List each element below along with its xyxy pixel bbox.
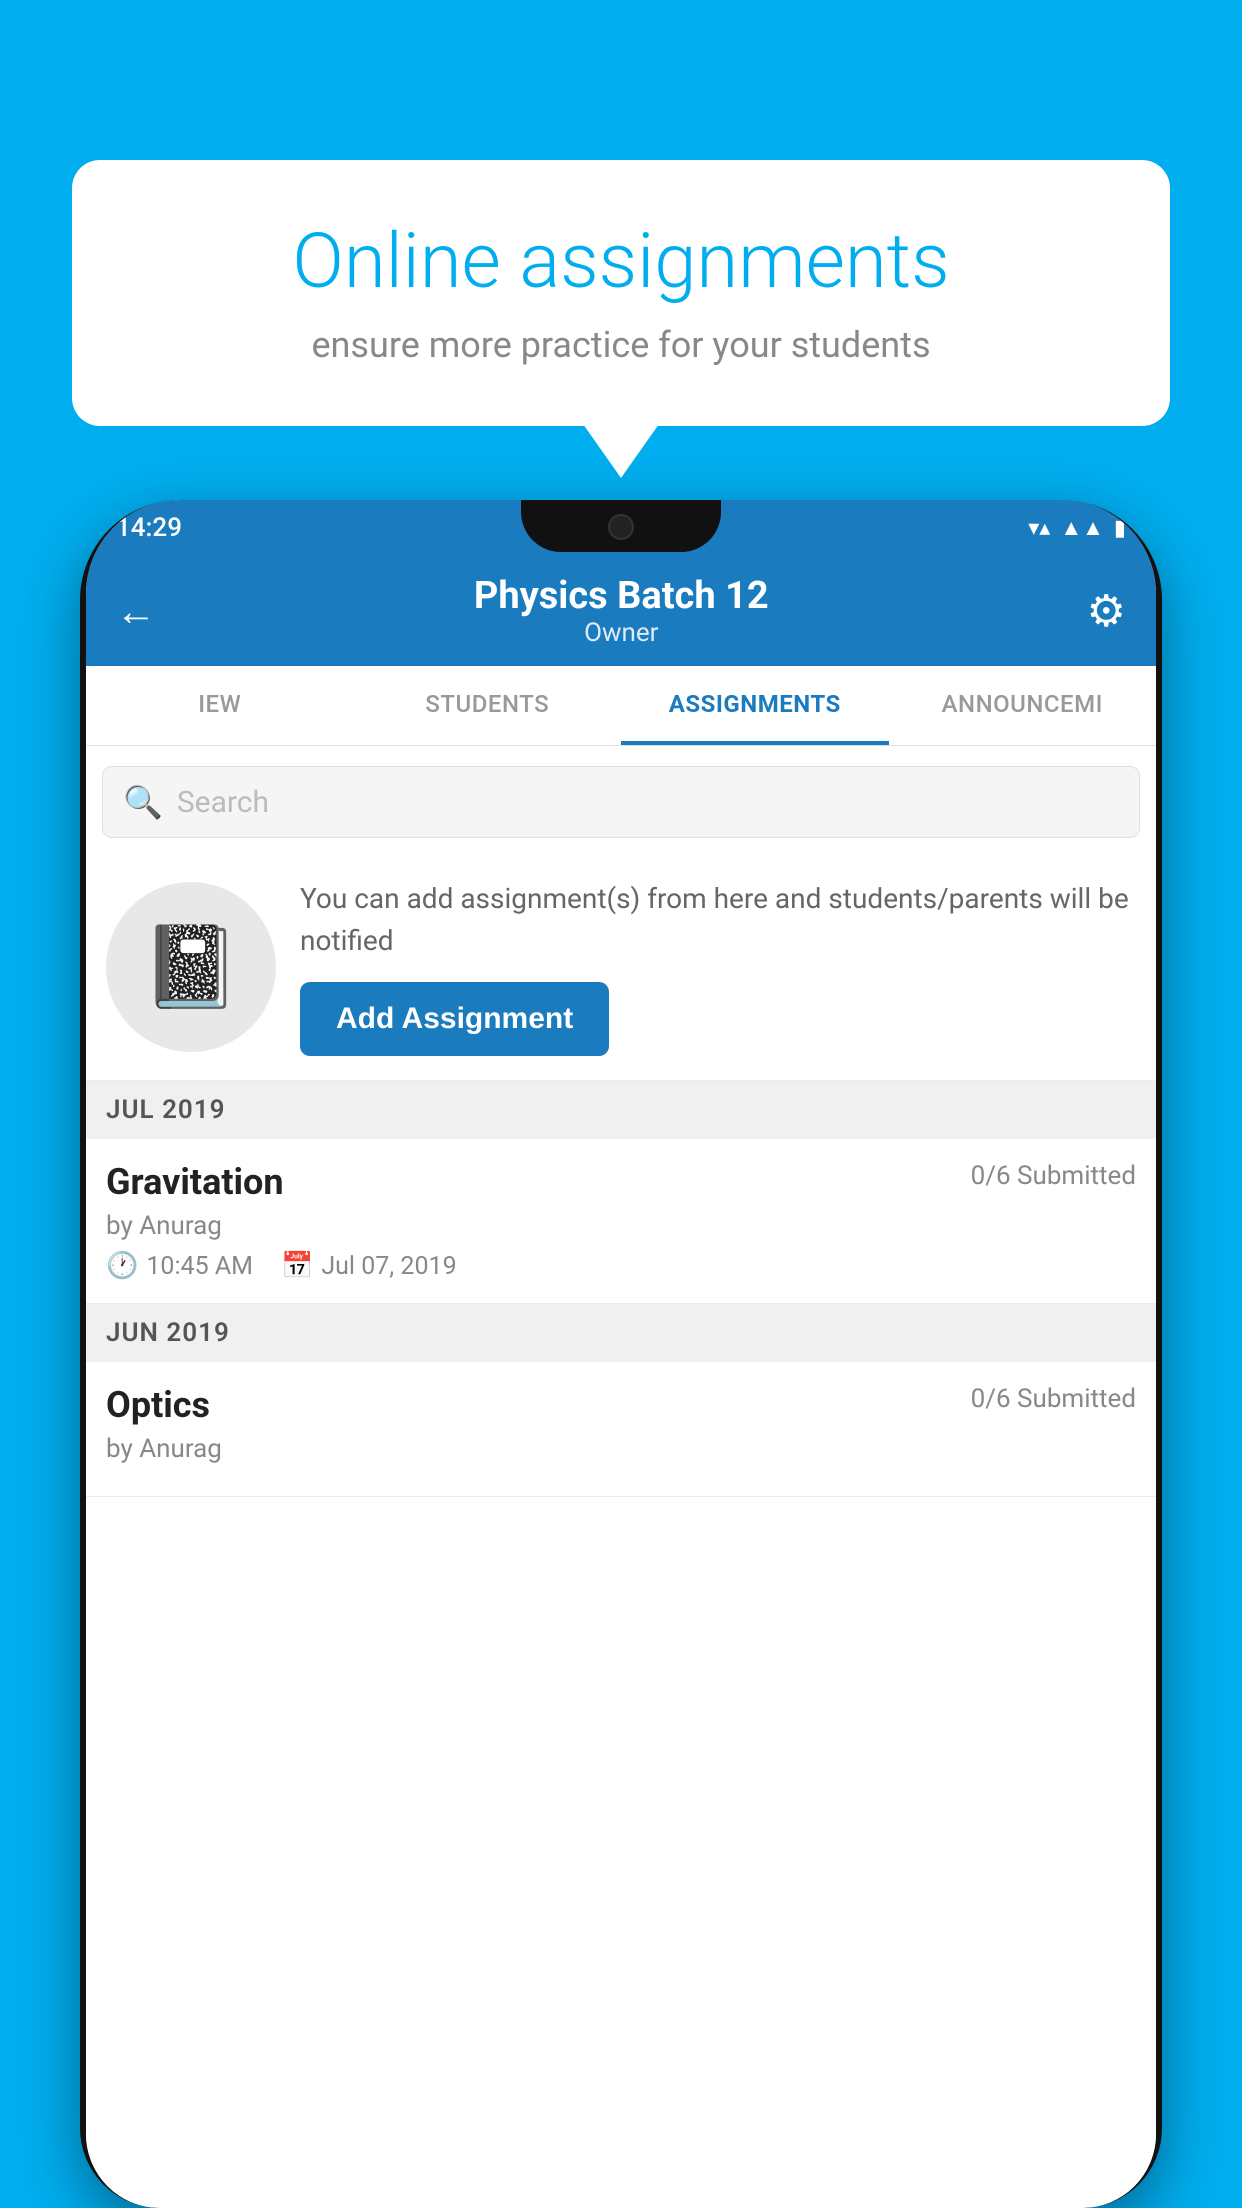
- assignment-name: Gravitation: [106, 1161, 284, 1203]
- assignment-submitted: 0/6 Submitted: [971, 1161, 1136, 1191]
- tab-assignments[interactable]: ASSIGNMENTS: [621, 666, 889, 745]
- add-assignment-area: 📓 You can add assignment(s) from here an…: [86, 854, 1156, 1081]
- phone-frame: 14:29 ▾▴ ▲▲ ▮ ← Physics Batch 12 Owner ⚙: [80, 500, 1162, 2208]
- notebook-icon: 📓: [141, 920, 241, 1014]
- header-center: Physics Batch 12 Owner: [474, 574, 769, 648]
- tooltip-card: Online assignments ensure more practice …: [72, 160, 1170, 426]
- meta-time: 🕐 10:45 AM: [106, 1251, 253, 1281]
- tab-iew[interactable]: IEW: [86, 666, 354, 745]
- add-assignment-right: You can add assignment(s) from here and …: [300, 878, 1136, 1056]
- assignment-name-optics: Optics: [106, 1384, 210, 1426]
- tabs-bar: IEW STUDENTS ASSIGNMENTS ANNOUNCEMI: [86, 666, 1156, 746]
- add-assignment-button[interactable]: Add Assignment: [300, 982, 609, 1056]
- assignment-date: Jul 07, 2019: [321, 1252, 456, 1281]
- tab-students[interactable]: STUDENTS: [354, 666, 622, 745]
- settings-icon[interactable]: ⚙: [1087, 585, 1126, 637]
- status-icons: ▾▴ ▲▲ ▮: [1028, 515, 1126, 541]
- front-camera: [608, 514, 634, 540]
- header-title: Physics Batch 12: [474, 574, 769, 618]
- back-button[interactable]: ←: [116, 588, 156, 635]
- assignment-item-top-optics: Optics 0/6 Submitted: [106, 1384, 1136, 1426]
- assignment-item-optics[interactable]: Optics 0/6 Submitted by Anurag: [86, 1362, 1156, 1497]
- status-time: 14:29: [116, 513, 182, 543]
- assignment-submitted-optics: 0/6 Submitted: [971, 1384, 1136, 1414]
- wifi-icon: ▾▴: [1028, 516, 1050, 541]
- phone-screen: 14:29 ▾▴ ▲▲ ▮ ← Physics Batch 12 Owner ⚙: [86, 500, 1156, 2208]
- add-assignment-desc: You can add assignment(s) from here and …: [300, 878, 1136, 962]
- assignment-author: by Anurag: [106, 1211, 1136, 1241]
- section-header-jul: JUL 2019: [86, 1081, 1156, 1139]
- phone-notch: [521, 500, 721, 552]
- assignment-author-optics: by Anurag: [106, 1434, 1136, 1464]
- battery-icon: ▮: [1114, 516, 1126, 541]
- app-header: ← Physics Batch 12 Owner ⚙: [86, 556, 1156, 666]
- meta-date: 📅 Jul 07, 2019: [281, 1251, 457, 1281]
- signal-icon: ▲▲: [1060, 515, 1104, 541]
- tab-announcements[interactable]: ANNOUNCEMI: [889, 666, 1157, 745]
- assignment-icon-circle: 📓: [106, 882, 276, 1052]
- header-subtitle: Owner: [474, 618, 769, 648]
- assignment-item-top: Gravitation 0/6 Submitted: [106, 1161, 1136, 1203]
- search-placeholder: Search: [177, 785, 269, 820]
- search-icon: 🔍: [123, 783, 163, 821]
- calendar-icon: 📅: [281, 1251, 313, 1281]
- clock-icon: 🕐: [106, 1251, 138, 1281]
- tooltip-title: Online assignments: [142, 220, 1100, 304]
- tooltip-subtitle: ensure more practice for your students: [142, 324, 1100, 366]
- assignment-time: 10:45 AM: [146, 1252, 253, 1281]
- assignment-meta: 🕐 10:45 AM 📅 Jul 07, 2019: [106, 1251, 1136, 1281]
- search-bar[interactable]: 🔍 Search: [102, 766, 1140, 838]
- assignment-item-gravitation[interactable]: Gravitation 0/6 Submitted by Anurag 🕐 10…: [86, 1139, 1156, 1304]
- section-header-jun: JUN 2019: [86, 1304, 1156, 1362]
- main-content: 🔍 Search 📓 You can add assignment(s) fro…: [86, 746, 1156, 2208]
